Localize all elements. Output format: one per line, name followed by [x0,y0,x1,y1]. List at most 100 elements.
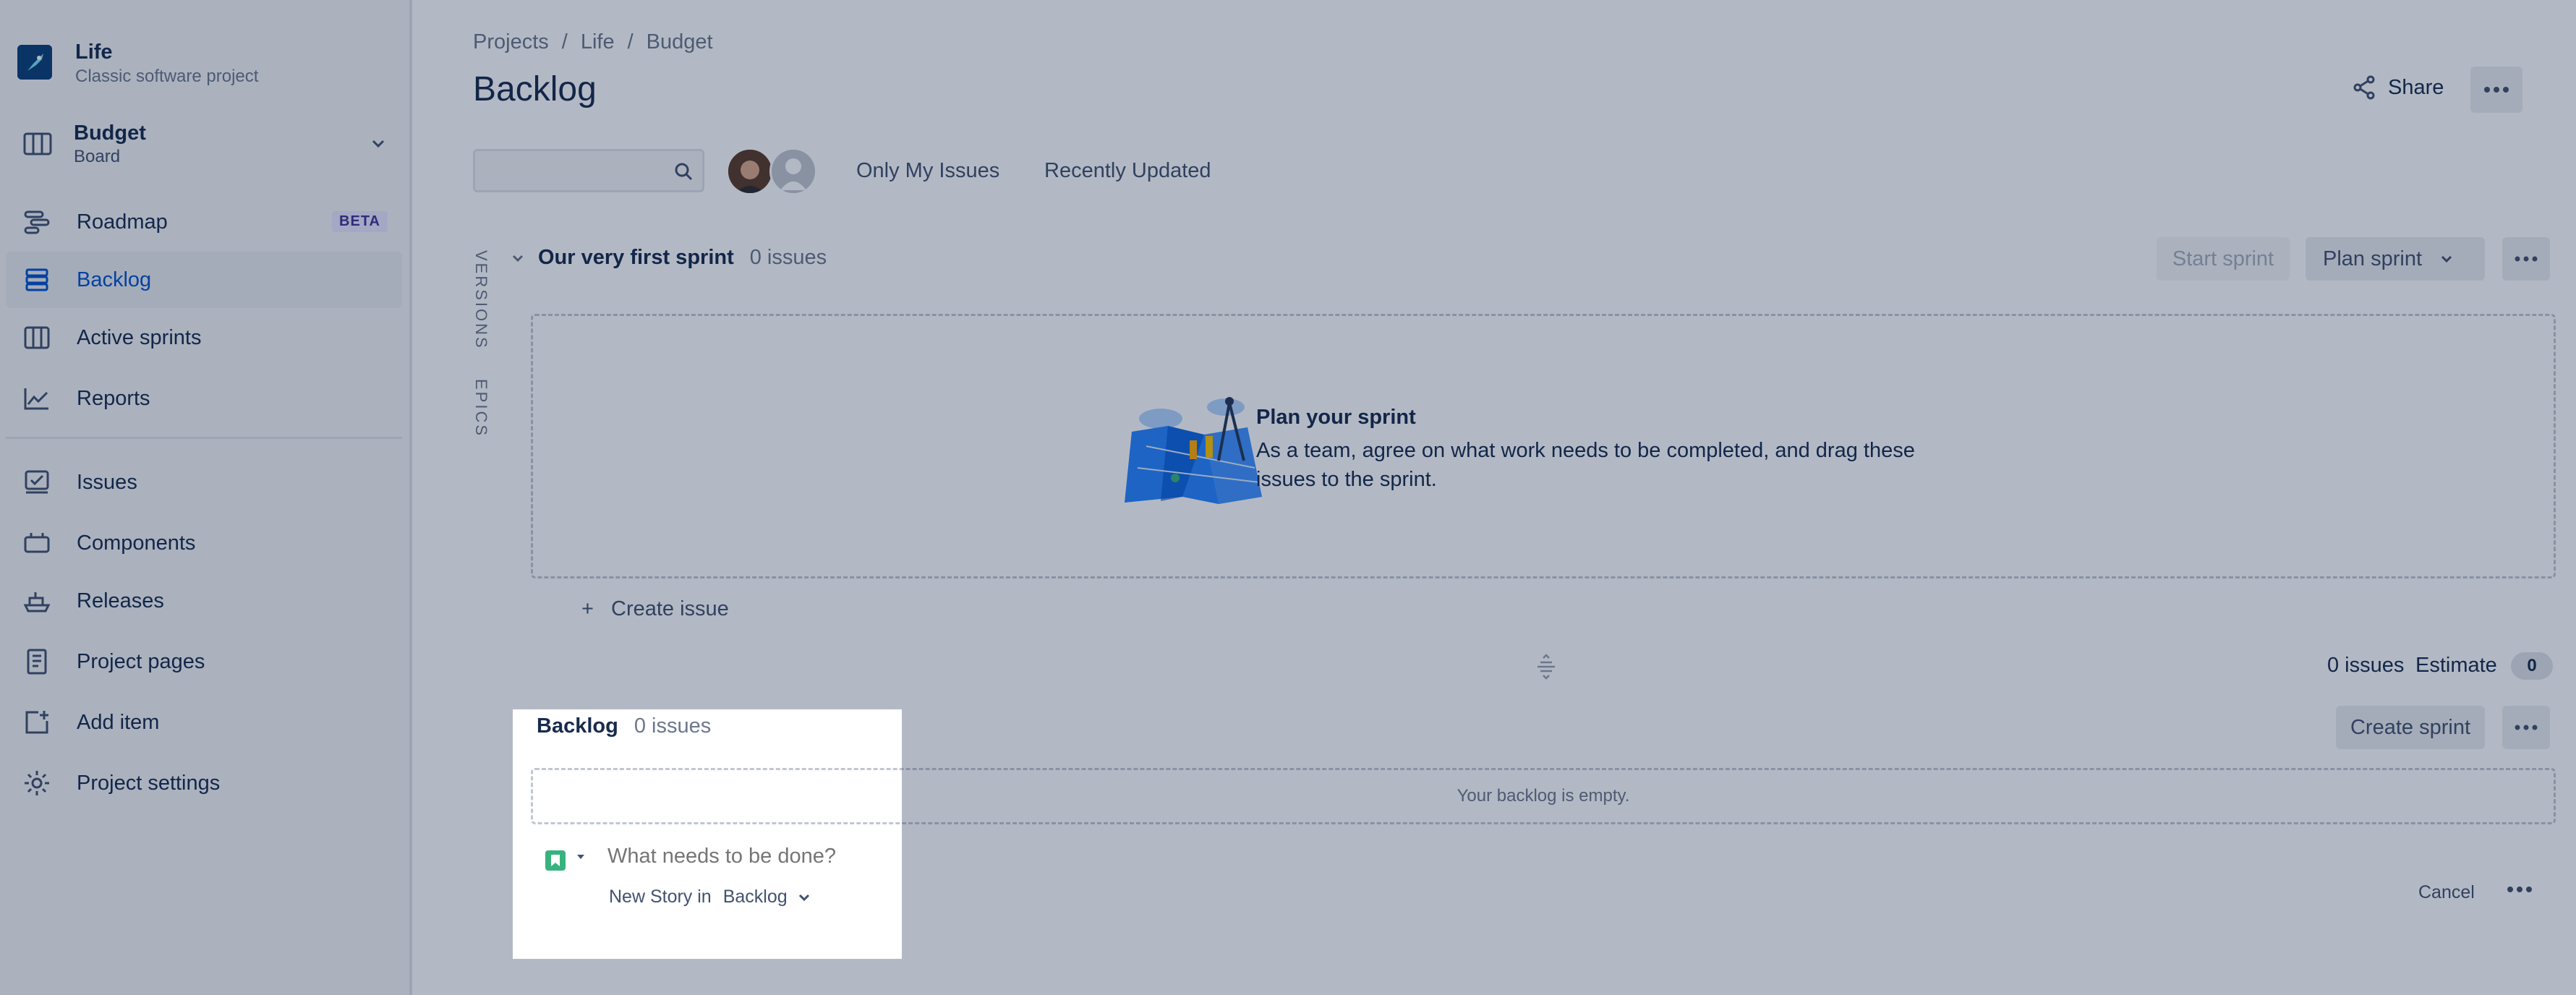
sidebar-item-issues[interactable]: Issues [6,454,402,511]
chart-line-icon [20,382,54,415]
backlog-dropzone[interactable]: Your backlog is empty. [531,768,2556,824]
sprint-more-button[interactable] [2502,237,2550,281]
search-field[interactable] [473,149,704,192]
estimate-label: Estimate [2415,654,2497,677]
story-icon[interactable] [545,850,566,871]
backlog-issue-count: 0 issues [634,714,712,738]
board-icon [20,321,54,354]
board-icon [20,127,55,161]
issues-icon [20,466,54,499]
plus-icon: + [581,597,594,620]
new-issue-target[interactable]: Backlog [723,887,788,908]
tab-versions[interactable]: VERSIONS [472,250,490,350]
sidebar-divider [6,437,402,439]
sidebar-item-label: Releases [77,589,164,612]
sidebar-item-label: Reports [77,386,150,410]
gear-icon [20,766,54,800]
sidebar-item-label: Components [77,531,196,555]
page-icon [20,645,54,678]
sprint-issue-count: 0 issues [749,246,827,269]
sidebar-item-components[interactable]: Components [6,515,402,571]
plan-sprint-button[interactable]: Plan sprint [2306,237,2485,281]
roadmap-icon [20,205,54,239]
create-issue-label: Create issue [611,597,729,620]
project-header[interactable]: Life Classic software project [17,39,258,88]
sprint-header: Our very first sprint 0 issues [509,246,827,270]
chevron-down-icon[interactable] [796,889,812,905]
tab-epics[interactable]: EPICS [472,379,490,437]
quick-filter-recently-updated[interactable]: Recently Updated [1044,159,1211,183]
backlog-icon [20,263,54,296]
plan-sprint-label: Plan sprint [2323,247,2423,270]
sidebar-item-project-settings[interactable]: Project settings [6,755,402,811]
ship-icon [20,584,54,618]
breadcrumb-projects[interactable]: Projects [473,30,549,54]
sidebar-item-reports[interactable]: Reports [6,370,402,427]
sidebar-item-roadmap[interactable]: Roadmap BETA [6,194,402,250]
sidebar-item-add-item[interactable]: Add item [6,694,402,751]
sidebar-item-releases[interactable]: Releases [6,573,402,629]
drag-handle-icon[interactable] [1533,654,1559,680]
cancel-button[interactable]: Cancel [2418,882,2475,903]
breadcrumb-separator: / [627,30,634,54]
chevron-down-icon [2441,255,2452,263]
sprint-dropzone[interactable]: Plan your sprint As a team, agree on wha… [531,314,2556,578]
sidebar-item-label: Issues [77,470,137,494]
project-avatar-icon [17,45,52,80]
sidebar-item-label: Roadmap [77,210,168,234]
new-issue-meta: New Story in Backlog [609,887,812,908]
page-title: Backlog [473,70,597,108]
backlog-more-button[interactable] [2502,706,2550,749]
plan-sprint-description: As a team, agree on what work needs to b… [1256,439,1915,491]
backlog-title: Backlog [537,714,618,738]
more-icon [2484,87,2509,93]
add-item-icon [20,706,54,739]
sidebar: Life Classic software project Budget Boa… [0,0,412,995]
sidebar-item-label: Add item [77,710,160,734]
main-content: Projects / Life / Budget Backlog Share O… [415,0,2576,995]
breadcrumb: Projects / Life / Budget [473,30,713,54]
caret-down-icon[interactable] [576,852,586,862]
board-sub: Board [74,147,121,166]
new-issue-input[interactable] [607,845,969,868]
project-name: Life [75,40,113,64]
breadcrumb-separator: / [561,30,568,54]
search-input[interactable] [475,151,673,192]
estimate-badge: 0 [2511,652,2553,680]
chevron-down-icon[interactable] [367,133,389,155]
project-type: Classic software project [75,67,259,86]
breadcrumb-life[interactable]: Life [581,30,615,54]
new-issue-meta-prefix: New Story in [609,887,712,907]
sidebar-item-backlog[interactable]: Backlog [6,252,402,308]
board-selector[interactable]: Budget Board [20,120,389,168]
more-actions-button[interactable] [2470,67,2522,113]
board-name: Budget [74,121,146,145]
components-icon [20,526,54,560]
sidebar-item-project-pages[interactable]: Project pages [6,633,402,690]
plan-sprint-illustration [1117,388,1269,511]
sidebar-item-label: Backlog [77,268,152,291]
beta-badge: BETA [332,211,388,232]
sidebar-item-label: Project pages [77,649,205,673]
chevron-down-icon[interactable] [509,249,526,267]
breadcrumb-budget[interactable]: Budget [647,30,713,54]
more-icon [2515,256,2538,262]
start-sprint-button[interactable]: Start sprint [2157,237,2290,281]
plan-sprint-title: Plan your sprint [1256,406,1416,429]
sidebar-item-label: Project settings [77,771,221,795]
quick-filter-only-my-issues[interactable]: Only My Issues [856,159,999,183]
avatar[interactable] [726,148,774,195]
summary-issue-count: 0 issues [2327,654,2405,677]
backlog-header: Backlog 0 issues [537,714,711,738]
composer-more-icon[interactable] [2507,885,2533,894]
share-button[interactable]: Share [2350,74,2444,101]
sidebar-item-label: Active sprints [77,325,202,349]
search-icon [673,161,694,182]
avatar-unassigned[interactable] [769,148,817,195]
sprint-name: Our very first sprint [538,246,734,269]
create-sprint-button[interactable]: Create sprint [2336,706,2485,749]
more-icon [2515,725,2538,730]
create-issue-button[interactable]: + Create issue [581,597,729,621]
share-icon [2353,75,2375,100]
sidebar-item-active-sprints[interactable]: Active sprints [6,309,402,366]
